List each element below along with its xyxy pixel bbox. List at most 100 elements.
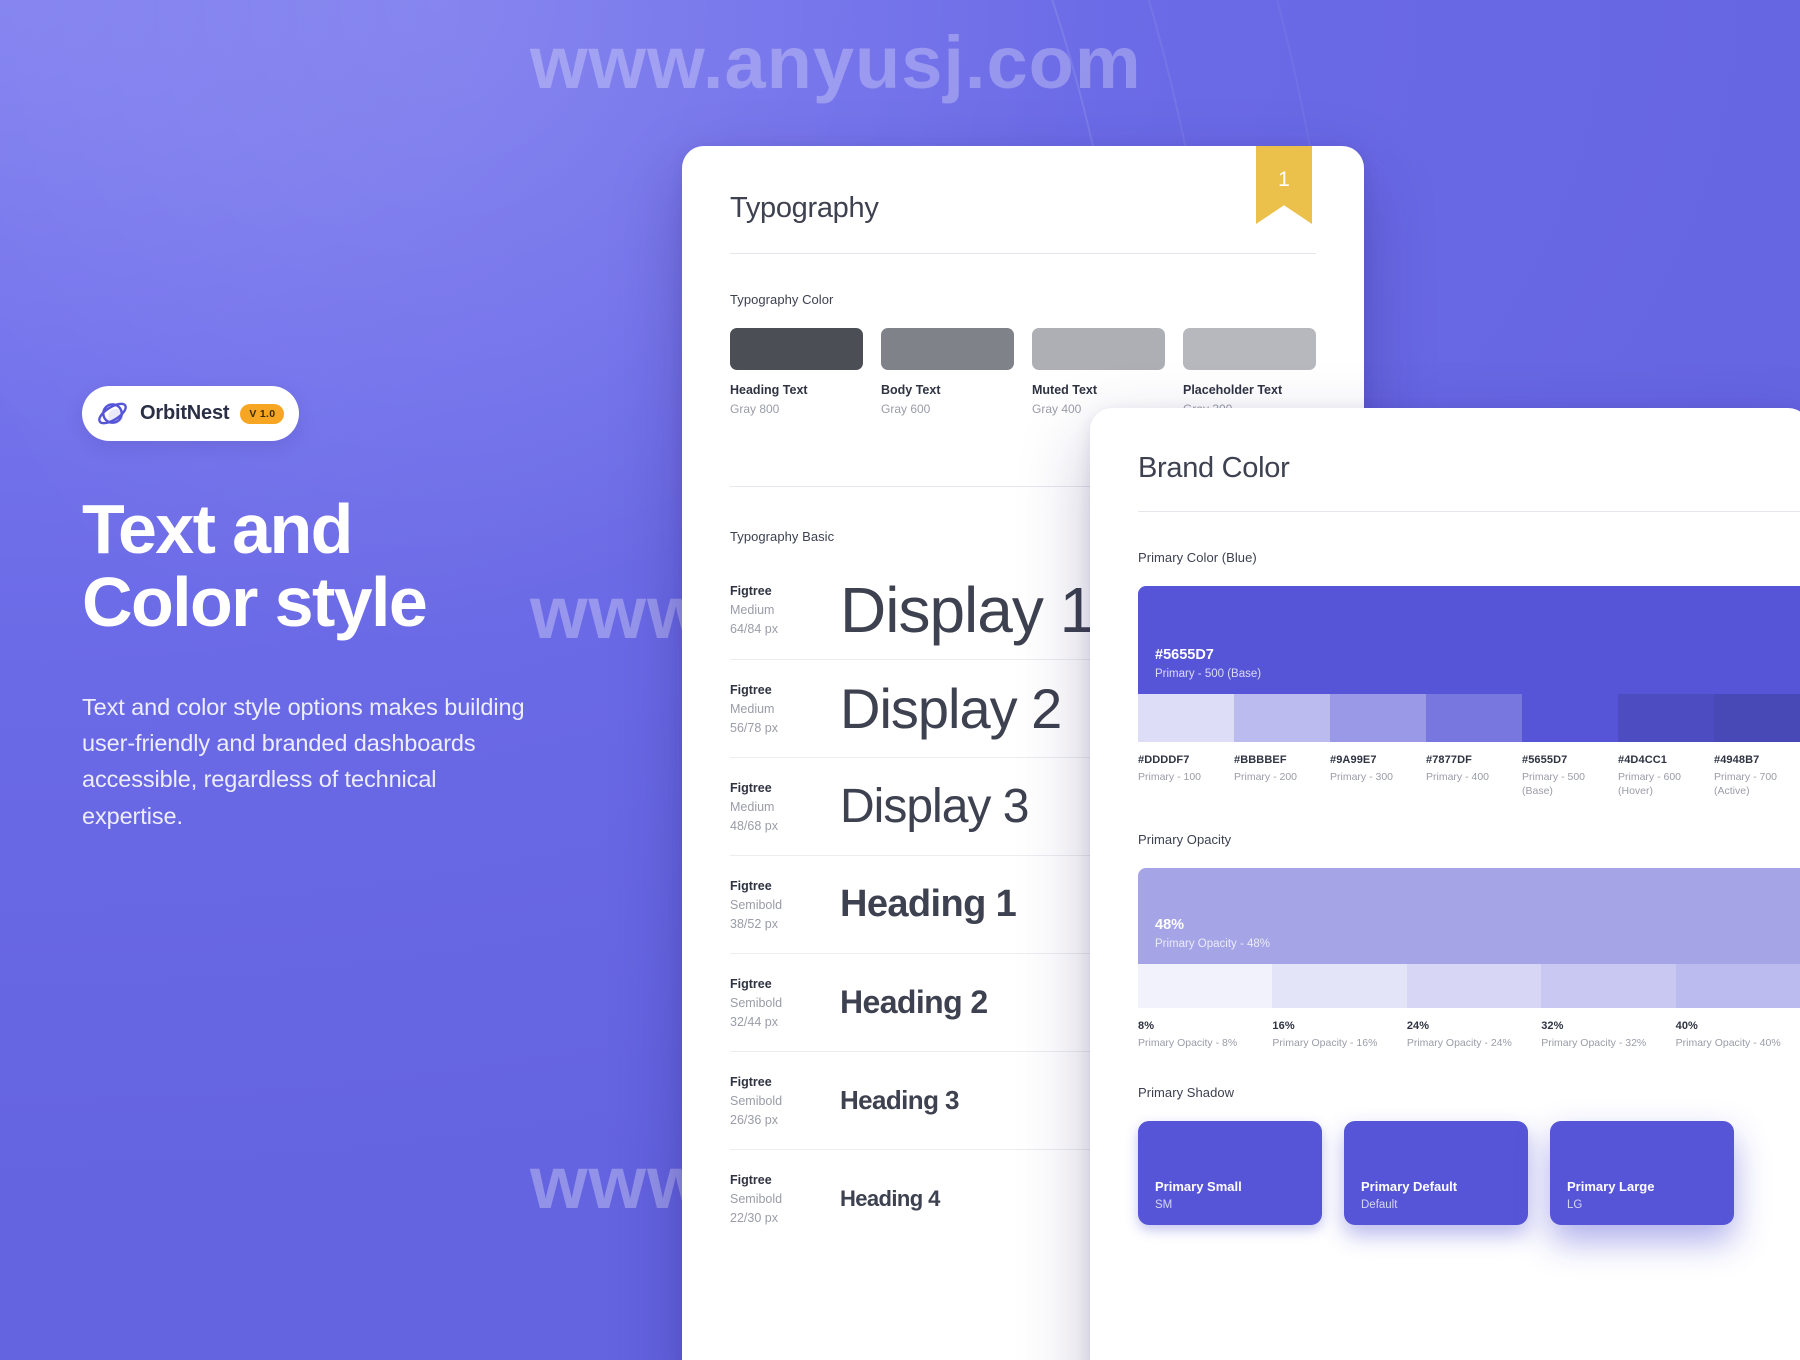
primary-scale-label: #7877DF Primary - 400 xyxy=(1426,754,1522,798)
primary-color-label: Primary Color (Blue) xyxy=(1138,550,1257,565)
font-family-name: Figtree xyxy=(730,878,772,893)
typography-row-meta: Figtree Medium 48/68 px xyxy=(730,781,840,833)
opacity-token: Primary Opacity - 24% xyxy=(1406,1037,1512,1050)
brand-name: OrbitNest xyxy=(140,402,230,424)
primary-opacity-hero: 48% Primary Opacity - 48% xyxy=(1138,868,1800,965)
scale-hex: #7877DF xyxy=(1426,754,1472,766)
shadow-token: Default xyxy=(1361,1198,1398,1211)
typography-color-label: Typography Color xyxy=(730,292,834,307)
opacity-value: 24% xyxy=(1406,1020,1430,1033)
typography-sample-text: Display 1 xyxy=(840,574,1095,646)
font-weight-name: Medium xyxy=(730,701,775,716)
opacity-scale-label: 8% Primary Opacity - 8% xyxy=(1138,1020,1272,1050)
typography-sample-text: Heading 2 xyxy=(840,984,988,1020)
page-title-line-1: Text and xyxy=(82,490,353,568)
scale-hex: #9A99E7 xyxy=(1330,754,1377,766)
primary-scale-chip xyxy=(1618,694,1714,742)
font-family-name: Figtree xyxy=(730,780,772,795)
opacity-hero-token: Primary Opacity - 48% xyxy=(1155,938,1271,951)
typography-sample-text: Heading 3 xyxy=(840,1085,959,1115)
typography-color-swatch: Heading Text Gray 800 xyxy=(730,328,863,416)
primary-scale-chip xyxy=(1330,694,1426,742)
opacity-token: Primary Opacity - 32% xyxy=(1541,1037,1647,1050)
primary-hero-caption: #5655D7 Primary - 500 (Base) xyxy=(1155,647,1261,680)
font-family-name: Figtree xyxy=(730,584,772,598)
scale-token: Primary - 100 xyxy=(1138,771,1202,783)
typography-sample-text: Display 2 xyxy=(840,677,1062,740)
planet-orbit-icon xyxy=(96,397,129,430)
brand-color-card: Brand Color Primary Color (Blue) #5655D7… xyxy=(1090,408,1800,1360)
typography-color-swatches: Heading Text Gray 800 Body Text Gray 600 Mut… xyxy=(730,328,1316,416)
primary-scale-chip xyxy=(1522,694,1618,742)
primary-opacity-labels: 8% Primary Opacity - 8% 16% Primary Opacity… xyxy=(1138,1020,1800,1050)
opacity-value: 8% xyxy=(1138,1020,1155,1033)
primary-hero-hex: #5655D7 xyxy=(1155,647,1214,663)
swatch-name: Heading Text xyxy=(730,383,808,397)
font-family-name: Figtree xyxy=(730,682,772,697)
opacity-value: 40% xyxy=(1675,1020,1698,1033)
opacity-scale-label: 16% Primary Opacity - 16% xyxy=(1272,1020,1406,1050)
opacity-value: 16% xyxy=(1272,1020,1295,1033)
typography-card-title: Typography xyxy=(730,192,879,224)
scale-token: Primary - 300 xyxy=(1330,771,1394,783)
primary-opacity-strip xyxy=(1138,964,1800,1009)
scale-token: Primary - 200 xyxy=(1234,771,1298,783)
brand-card-title: Brand Color xyxy=(1138,452,1290,484)
scale-token: Primary - 400 xyxy=(1426,771,1490,783)
primary-color-scale-strip xyxy=(1138,694,1800,742)
scale-token: Primary - 500 (Base) xyxy=(1522,771,1586,798)
opacity-scale-chip xyxy=(1138,964,1273,1009)
primary-scale-label: #4948B7 Primary - 700 (Active) xyxy=(1714,754,1800,798)
primary-shadow-card: Primary Default Default xyxy=(1344,1120,1528,1225)
primary-scale-chip xyxy=(1234,694,1330,742)
typography-row-meta: Figtree Medium 56/78 px xyxy=(730,683,840,735)
primary-hero-token: Primary - 500 (Base) xyxy=(1155,668,1262,680)
shadow-caption: Primary Large LG xyxy=(1567,1179,1654,1211)
font-size-value: 56/78 px xyxy=(730,720,778,735)
font-family-name: Figtree xyxy=(730,976,772,991)
swatch-token: Gray 800 xyxy=(730,402,780,416)
primary-shadow-label: Primary Shadow xyxy=(1138,1084,1235,1100)
primary-scale-label: #DDDDF7 Primary - 100 xyxy=(1138,754,1234,798)
typography-sample-text: Display 3 xyxy=(840,780,1029,833)
opacity-scale-chip xyxy=(1541,964,1676,1009)
page-title: Text and Color style xyxy=(82,493,602,639)
brand-logo-pill[interactable]: OrbitNest V 1.0 xyxy=(82,386,300,441)
typography-row-meta: Figtree Semibold 22/30 px xyxy=(730,1173,840,1225)
primary-scale-label: #BBBBEF Primary - 200 xyxy=(1234,754,1330,798)
opacity-hero-caption: 48% Primary Opacity - 48% xyxy=(1155,917,1270,950)
scale-hex: #DDDDF7 xyxy=(1138,754,1190,766)
hero-panel: OrbitNest V 1.0 Text and Color style Tex… xyxy=(82,386,602,834)
typography-row-meta: Figtree Semibold 26/36 px xyxy=(730,1075,840,1127)
version-badge: V 1.0 xyxy=(240,403,285,424)
font-size-value: 32/44 px xyxy=(730,1014,778,1029)
shadow-token: LG xyxy=(1567,1198,1583,1211)
font-weight-name: Semibold xyxy=(730,1191,783,1206)
primary-scale-label: #4D4CC1 Primary - 600 (Hover) xyxy=(1618,754,1714,798)
typography-row-meta: Figtree Semibold 38/52 px xyxy=(730,879,840,931)
primary-shadow-card: Primary Small SM xyxy=(1138,1120,1322,1225)
swatch-name: Body Text xyxy=(881,383,941,397)
font-weight-name: Semibold xyxy=(730,995,783,1010)
swatch-token: Gray 600 xyxy=(881,402,931,416)
shadow-caption: Primary Default Default xyxy=(1361,1179,1457,1211)
font-size-value: 64/84 px xyxy=(730,622,778,636)
swatch-name: Muted Text xyxy=(1032,383,1098,397)
opacity-token: Primary Opacity - 40% xyxy=(1675,1037,1781,1050)
scale-hex: #4D4CC1 xyxy=(1618,754,1668,766)
scale-hex: #4948B7 xyxy=(1714,754,1760,766)
font-weight-name: Semibold xyxy=(730,897,783,912)
scale-hex: #BBBBEF xyxy=(1234,754,1287,766)
typography-color-swatch: Placeholder TextGray 300 xyxy=(1183,328,1316,416)
swatch-chip xyxy=(730,328,863,370)
font-weight-name: Medium xyxy=(730,603,775,617)
typography-color-swatch: Muted Text Gray 400 xyxy=(1032,328,1165,416)
swatch-chip xyxy=(1032,328,1165,370)
typography-sample-text: Heading 1 xyxy=(840,883,1017,925)
primary-scale-chip xyxy=(1426,694,1522,742)
typography-row-meta: Figtree Medium 64/84 px xyxy=(730,584,840,636)
opacity-scale-chip xyxy=(1675,964,1800,1009)
opacity-scale-label: 24% Primary Opacity - 24% xyxy=(1407,1020,1541,1050)
opacity-scale-chip xyxy=(1272,964,1407,1009)
opacity-scale-chip xyxy=(1406,964,1542,1009)
